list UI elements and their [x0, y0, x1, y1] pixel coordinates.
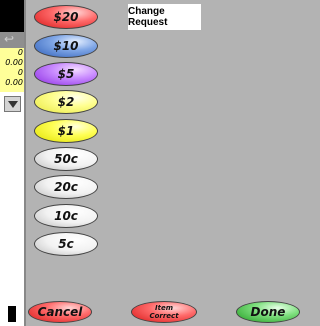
total-value-4: 0.00: [5, 78, 23, 87]
left-panel-totals: 0 0.00 0 0.00: [0, 48, 25, 92]
return-arrow-icon: ↩: [4, 32, 15, 46]
denomination-1-dollar-button[interactable]: $1: [34, 119, 98, 143]
denomination-20-cent-button[interactable]: 20c: [34, 175, 98, 199]
item-correct-label-line2: Correct: [149, 312, 179, 320]
chevron-down-icon[interactable]: [4, 96, 21, 112]
done-button[interactable]: Done: [236, 301, 300, 323]
item-correct-button[interactable]: Item Correct: [131, 301, 197, 323]
cancel-button[interactable]: Cancel: [28, 301, 92, 323]
total-value-3: 0: [17, 68, 23, 77]
total-value-2: 0.00: [5, 58, 23, 67]
denomination-5-cent-button[interactable]: 5c: [34, 232, 98, 256]
denomination-50-cent-button[interactable]: 50c: [34, 147, 98, 171]
denomination-5-dollar-button[interactable]: $5: [34, 62, 98, 86]
denomination-10-dollar-button[interactable]: $10: [34, 34, 98, 58]
panel-divider: [24, 0, 26, 326]
denomination-20-dollar-button[interactable]: $20: [34, 5, 98, 29]
left-panel-toolbar[interactable]: ↩: [0, 32, 25, 48]
total-value-1: 0: [17, 48, 23, 57]
left-panel-scroll-handle[interactable]: [8, 306, 16, 322]
item-correct-label-line1: Item: [155, 304, 173, 312]
denomination-10-cent-button[interactable]: 10c: [34, 204, 98, 228]
denomination-2-dollar-button[interactable]: $2: [34, 90, 98, 114]
change-request-title: Change Request: [128, 4, 201, 30]
left-panel-header: [0, 0, 25, 32]
